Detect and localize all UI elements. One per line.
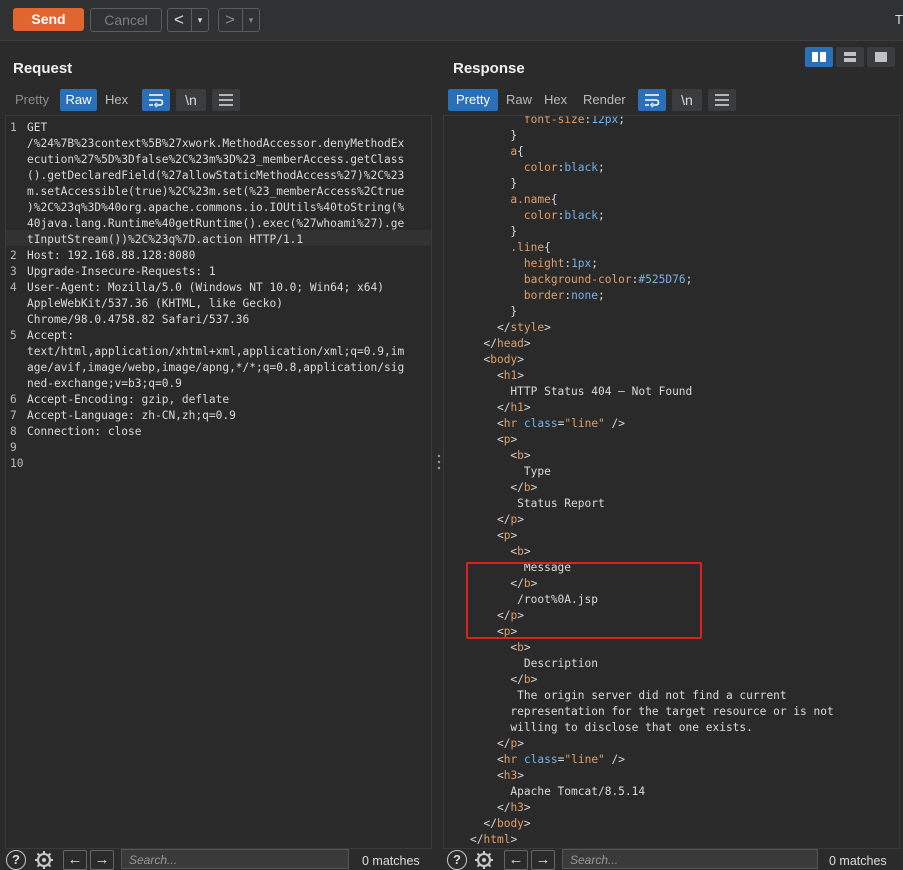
- response-line: The origin server did not find a current: [470, 689, 787, 702]
- response-tab-pretty[interactable]: Pretty: [448, 89, 498, 111]
- response-line: <h1>: [496, 369, 524, 382]
- request-editor[interactable]: 1 GET /%24%7B%23context%5B%27xwork.Method…: [5, 115, 432, 849]
- request-search-bar: ? ← → Search... 0 matches: [0, 849, 440, 870]
- gear-icon[interactable]: [32, 849, 56, 869]
- request-search-input[interactable]: Search...: [121, 849, 349, 869]
- response-tab-render[interactable]: Render: [583, 89, 631, 111]
- wrap-lines-icon[interactable]: [142, 89, 170, 111]
- response-line: a.name{: [510, 193, 558, 206]
- newline-toggle-button[interactable]: \n: [672, 89, 702, 111]
- layout-stacked-icon[interactable]: [836, 47, 864, 67]
- splitter-handle-icon[interactable]: [436, 452, 442, 472]
- previous-match-button[interactable]: ←: [63, 850, 87, 870]
- response-line: }: [470, 129, 518, 142]
- response-line: </body>: [483, 817, 531, 830]
- next-match-button[interactable]: →: [531, 850, 555, 870]
- help-icon[interactable]: ?: [447, 850, 467, 870]
- response-line: </head>: [483, 337, 531, 350]
- layout-side-by-side-icon[interactable]: [805, 47, 833, 67]
- cancel-button[interactable]: Cancel: [90, 8, 162, 32]
- response-line: willing to disclose that one exists.: [470, 721, 753, 734]
- chevron-down-icon[interactable]: ▾: [242, 9, 259, 31]
- response-line: <body>: [483, 353, 524, 366]
- response-line: </b>: [510, 481, 538, 494]
- response-line: }: [470, 177, 518, 190]
- response-tab-raw[interactable]: Raw: [506, 89, 536, 111]
- response-title: Response: [453, 60, 525, 77]
- response-line: Description: [470, 657, 598, 670]
- chevron-down-icon[interactable]: ▾: [191, 9, 208, 31]
- request-line: Accept-Encoding: gzip, deflate: [27, 393, 230, 406]
- response-line: font-size:12px;: [523, 115, 625, 126]
- next-match-button[interactable]: →: [90, 850, 114, 870]
- response-search-bar: ? ← → Search... 0 matches: [443, 849, 903, 870]
- response-line: </html>: [470, 833, 518, 846]
- response-line: </b>: [510, 673, 538, 686]
- target-label[interactable]: T: [895, 12, 903, 27]
- response-line: <p>: [496, 433, 518, 446]
- response-line: <b>: [510, 545, 531, 558]
- previous-match-button[interactable]: ←: [504, 850, 528, 870]
- help-icon[interactable]: ?: [6, 850, 26, 870]
- response-line: color:black;: [523, 161, 605, 174]
- response-line: color:black;: [523, 209, 605, 222]
- request-line: Connection: close: [27, 425, 142, 438]
- send-button[interactable]: Send: [13, 8, 84, 31]
- response-line: .line{: [510, 241, 551, 254]
- response-line: Apache Tomcat/8.5.14: [470, 785, 646, 798]
- response-line: <hr class="line" />: [496, 753, 626, 766]
- chevron-left-icon: <: [174, 10, 184, 29]
- response-search-input[interactable]: Search...: [562, 849, 818, 869]
- response-line: <hr class="line" />: [496, 417, 626, 430]
- request-line: GET /%24%7B%23context%5B%27xwork.MethodA…: [27, 121, 405, 246]
- response-tabbar: Pretty Raw Hex Render \n: [448, 89, 898, 111]
- request-tabbar: Pretty Raw Hex \n: [10, 89, 430, 111]
- menu-icon[interactable]: [212, 89, 240, 111]
- response-line: }: [470, 305, 518, 318]
- response-line: background-color:#525D76;: [523, 273, 693, 286]
- history-forward-button[interactable]: > ▾: [218, 8, 260, 32]
- request-line: Accept: text/html,application/xhtml+xml,…: [27, 329, 405, 390]
- highlight-box: [466, 562, 702, 639]
- wrap-lines-icon[interactable]: [638, 89, 666, 111]
- request-line: Accept-Language: zh-CN,zh;q=0.9: [27, 409, 236, 422]
- response-line: </p>: [496, 513, 524, 526]
- line-number: 10: [10, 457, 24, 470]
- request-line: Host: 192.168.88.128:8080: [27, 249, 196, 262]
- response-line: <b>: [510, 641, 531, 654]
- response-line: </p>: [496, 737, 524, 750]
- menu-icon[interactable]: [708, 89, 736, 111]
- response-match-count: 0 matches: [829, 854, 887, 868]
- response-line: </style>: [496, 321, 551, 334]
- response-line: a{: [510, 145, 524, 158]
- response-line: border:none;: [523, 289, 605, 302]
- response-line: <b>: [510, 449, 531, 462]
- response-editor[interactable]: font-size:12px; } a{ color:black; } a.na…: [443, 115, 900, 849]
- response-line: HTTP Status 404 – Not Found: [470, 385, 693, 398]
- response-line: Status Report: [470, 497, 605, 510]
- response-line: </h3>: [496, 801, 531, 814]
- request-line: User-Agent: Mozilla/5.0 (Windows NT 10.0…: [27, 281, 384, 326]
- response-line: representation for the target resource o…: [470, 705, 834, 718]
- gear-icon[interactable]: [472, 849, 496, 869]
- response-line: height:1px;: [523, 257, 599, 270]
- line-number: 9: [10, 441, 17, 454]
- response-tab-hex[interactable]: Hex: [544, 89, 574, 111]
- request-match-count: 0 matches: [362, 854, 420, 868]
- response-line: </h1>: [496, 401, 531, 414]
- history-back-button[interactable]: < ▾: [167, 8, 209, 32]
- response-line: Type: [470, 465, 551, 478]
- request-tab-pretty[interactable]: Pretty: [15, 89, 55, 111]
- response-line: <h3>: [496, 769, 524, 782]
- chevron-right-icon: >: [225, 10, 235, 29]
- top-toolbar: Send Cancel < ▾ > ▾ T: [0, 0, 903, 41]
- newline-toggle-button[interactable]: \n: [176, 89, 206, 111]
- request-title: Request: [13, 60, 73, 77]
- response-line: <p>: [496, 529, 518, 542]
- request-tab-hex[interactable]: Hex: [105, 89, 135, 111]
- layout-tabs-icon[interactable]: [867, 47, 895, 67]
- response-line: }: [470, 225, 518, 238]
- request-line: Upgrade-Insecure-Requests: 1: [27, 265, 216, 278]
- request-tab-raw[interactable]: Raw: [60, 89, 97, 111]
